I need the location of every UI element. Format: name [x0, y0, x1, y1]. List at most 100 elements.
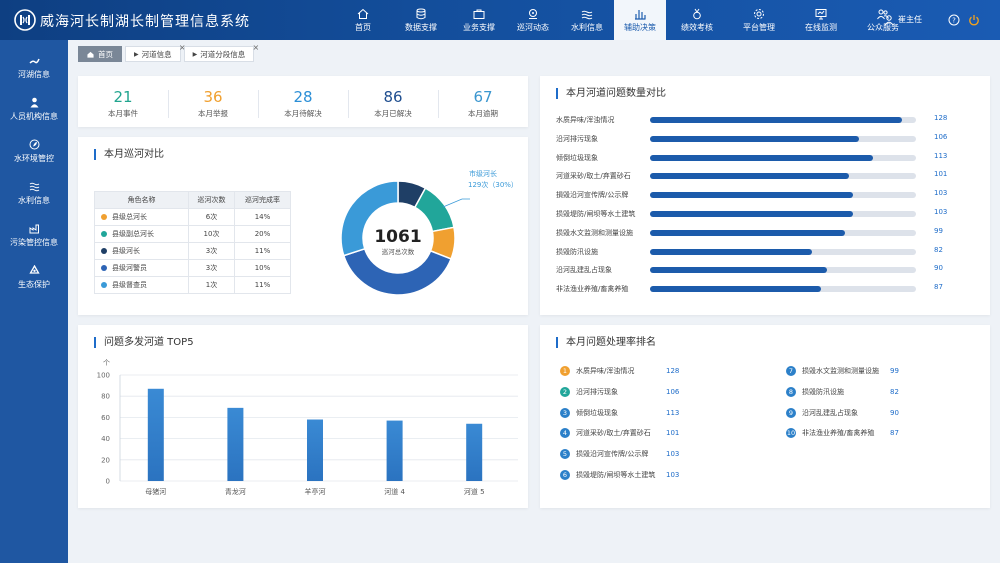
ranking-value: 90: [890, 408, 899, 417]
table-row: 县级河警员 3次 10%: [94, 259, 291, 277]
rank-badge: 4: [560, 428, 570, 439]
ranking-item: 9 沿河乱建乱占现象 90: [786, 407, 899, 419]
tab-river-segment[interactable]: ▶ 河道分段信息 ×: [183, 43, 259, 62]
close-icon[interactable]: ×: [253, 43, 260, 52]
ranking-label: 损毁水文监测和测量设施: [802, 367, 879, 375]
problem-row: 水质异味/浑浊情况 128: [556, 114, 947, 126]
rate-cell: 10%: [234, 259, 291, 277]
nav-item-water-info[interactable]: 水利信息: [560, 0, 614, 40]
problem-value: 128: [934, 114, 948, 122]
nav-item-patrol[interactable]: 巡河动态: [506, 0, 560, 40]
nav-item-performance[interactable]: 绩效考核: [666, 0, 728, 40]
problem-label: 沿河排污现象: [556, 134, 598, 143]
ranking-value: 101: [666, 429, 680, 438]
nav-item-monitor[interactable]: 在线监测: [790, 0, 852, 40]
ranking-label: 沿河乱建乱占现象: [802, 408, 858, 417]
sidebar-item-pollution[interactable]: 污染管控信息: [0, 214, 68, 256]
card-title: 本月河道问题数量对比: [556, 88, 666, 99]
power-icon[interactable]: [968, 14, 980, 26]
database-icon: [416, 8, 426, 19]
ranking-item: 1 水质异味/浑浊情况 128: [560, 365, 679, 377]
nav-item-home[interactable]: 首页: [336, 0, 390, 40]
stat-value: 67: [473, 88, 493, 106]
problem-value: 106: [934, 132, 948, 141]
ranking-value: 99: [890, 367, 899, 375]
briefcase-icon: [473, 9, 485, 19]
column-header: 巡河次数: [188, 191, 235, 209]
stat-value: 36: [203, 88, 223, 106]
rank-badge: 2: [560, 386, 570, 397]
table-row: 县级督查员 1次 11%: [94, 276, 291, 294]
progress-fill: [650, 211, 853, 217]
bar[interactable]: [466, 423, 483, 481]
stat-value: 21: [113, 88, 133, 106]
problem-row: 损毁防汛设施 82: [556, 246, 943, 258]
ranking-value: 128: [666, 367, 680, 375]
home-icon: [87, 51, 94, 58]
problem-value: 113: [934, 151, 948, 160]
callout-line: [442, 198, 470, 208]
problem-row: 损毁堤防/闸坝等水土建筑 103: [556, 208, 947, 220]
ranking-label: 水质异味/浑浊情况: [576, 367, 635, 375]
sidebar-item-personnel[interactable]: 人员机构信息: [0, 88, 68, 130]
help-icon[interactable]: ?: [948, 14, 960, 26]
bar[interactable]: [147, 388, 164, 481]
donut-total: 1061: [374, 227, 421, 247]
resolution-ranking-card: 本月问题处理率排名 1 水质异味/浑浊情况 128 2 沿河排污现象 106 3 倾倒垃圾现象…: [540, 325, 990, 508]
ranking-label: 损毁堤防/闸坝等水土建筑: [576, 471, 656, 479]
user-name: 崔主任: [898, 15, 922, 24]
role-name: 县级副总河长: [112, 230, 154, 238]
patrol-compare-card: 本月巡河对比 角色名称 巡河次数 巡河完成率 县级总河长 6次 14% 县级副总河长 1…: [78, 137, 528, 315]
ranking-label: 河道采砂/取土/弃置砂石: [576, 429, 651, 438]
sidebar: 河湖信息 人员机构信息 水环境管控 水利信息 污染管控信息 生态保护: [0, 40, 68, 563]
stat-resolved: 86 本月已解决: [348, 88, 438, 119]
rate-cell: 11%: [234, 242, 291, 260]
nav-item-data-support[interactable]: 数据支撑: [390, 0, 452, 40]
tab-river-info[interactable]: ▶ 河道信息 ×: [125, 43, 186, 62]
ranking-label: 沿河排污现象: [576, 387, 618, 396]
problem-count-card: 本月河道问题数量对比 水质异味/浑浊情况 128 沿河排污现象 106 倾倒垃圾现象 11…: [540, 76, 990, 315]
nav-label: 巡河动态: [517, 22, 549, 32]
problem-label: 水质异味/浑浊情况: [556, 116, 615, 124]
bar[interactable]: [227, 407, 244, 481]
bar[interactable]: [307, 419, 323, 481]
nav-label: 数据支撑: [405, 22, 437, 32]
sidebar-item-rivers[interactable]: 河湖信息: [0, 46, 68, 88]
bar[interactable]: [386, 420, 403, 481]
problem-value: 90: [934, 264, 943, 273]
problem-value: 99: [934, 226, 943, 235]
sidebar-item-ecology[interactable]: 生态保护: [0, 256, 68, 298]
problem-row: 损毁水文监测和测量设施 99: [556, 227, 943, 239]
top-nav: 首页 数据支撑 业务支撑 巡河动态 水利信息 辅助决策 绩效考核 平台管理 在线…: [336, 0, 914, 40]
app-title: 威海河长制湖长制管理信息系统: [40, 14, 250, 30]
ranking-item: 5 损毁沿河宣传牌/公示牌 103: [560, 448, 679, 460]
tab-home[interactable]: 首页: [78, 46, 122, 62]
sidebar-item-water-info[interactable]: 水利信息: [0, 172, 68, 214]
ranking-value: 82: [890, 387, 899, 396]
nav-item-decision[interactable]: 辅助决策: [614, 0, 666, 40]
ranking-label: 损毁防汛设施: [802, 387, 844, 396]
progress-fill: [650, 248, 812, 255]
problem-value: 103: [934, 208, 948, 216]
water-icon: [29, 182, 39, 191]
medal-icon: [693, 8, 701, 19]
problem-value: 87: [934, 283, 943, 292]
problem-row: 倾倒垃圾现象 113: [556, 152, 947, 164]
progress-track: [650, 286, 916, 293]
ranking-item: 6 损毁堤防/闸坝等水土建筑 103: [560, 469, 679, 481]
user-menu[interactable]: 崔主任: [884, 14, 922, 25]
rank-badge: 3: [560, 407, 570, 418]
ranking-item: 2 沿河排污现象 106: [560, 386, 679, 398]
rank-badge: 7: [786, 366, 796, 376]
nav-item-business-support[interactable]: 业务支撑: [452, 0, 506, 40]
ranking-value: 113: [666, 408, 680, 417]
stat-value: 86: [383, 88, 403, 106]
progress-track: [650, 117, 916, 123]
play-icon: ▶: [134, 50, 139, 58]
nav-item-platform[interactable]: 平台管理: [728, 0, 790, 40]
callout-title: 市级河长: [469, 169, 497, 178]
progress-fill: [650, 173, 849, 180]
sidebar-item-water-env[interactable]: 水环境管控: [0, 130, 68, 172]
table-row: 县级河长 3次 11%: [94, 242, 291, 260]
role-name: 县级河长: [112, 247, 140, 255]
